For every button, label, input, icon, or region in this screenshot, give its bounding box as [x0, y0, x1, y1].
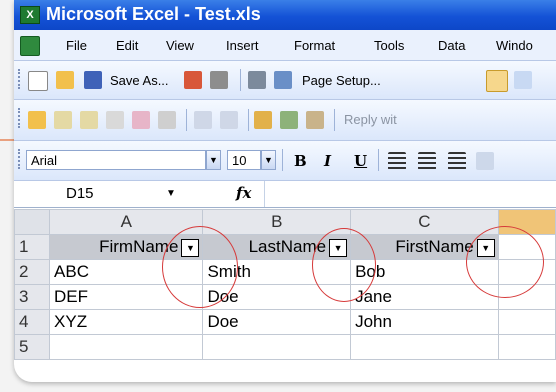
font-size-input[interactable]: 10: [227, 150, 261, 170]
new-icon[interactable]: [28, 71, 48, 91]
open-folder-icon[interactable]: [56, 71, 74, 89]
undo-ink-icon[interactable]: [220, 111, 238, 129]
print-icon[interactable]: [210, 71, 228, 89]
cell-a5[interactable]: [49, 334, 204, 360]
row-header[interactable]: 4: [14, 309, 51, 335]
next-comment-icon[interactable]: [80, 111, 98, 129]
menu-bar: File Edit View Insert Format Tools Data …: [14, 30, 556, 61]
column-header-c[interactable]: C: [350, 209, 499, 235]
row-header[interactable]: 5: [14, 334, 51, 360]
name-box-dropdown-icon[interactable]: ▼: [166, 181, 176, 207]
row-header[interactable]: 1: [14, 234, 51, 260]
bold-button[interactable]: B: [294, 152, 307, 170]
permission-icon[interactable]: [184, 71, 202, 89]
toolbar-separator: [240, 69, 241, 91]
grid-view-icon[interactable]: [486, 70, 508, 92]
name-box[interactable]: D15 ▼: [14, 181, 214, 207]
reply-with-changes-button[interactable]: Reply wit: [344, 112, 397, 127]
merge-center-icon[interactable]: [476, 152, 494, 170]
save-icon[interactable]: [84, 71, 102, 89]
toolbar-grip[interactable]: [18, 149, 23, 169]
underline-button[interactable]: U: [354, 152, 367, 170]
menu-file[interactable]: File: [66, 38, 87, 53]
reviewing-toolbar: Reply wit: [14, 100, 556, 141]
toolbar-separator: [282, 149, 283, 171]
excel-window: X Microsoft Excel - Test.xls File Edit V…: [14, 0, 556, 382]
formula-bar: D15 ▼ fx: [14, 181, 556, 208]
column-icon[interactable]: [514, 71, 532, 89]
menu-data[interactable]: Data: [438, 38, 465, 53]
save-as-button[interactable]: Save As...: [110, 73, 169, 88]
column-header-b[interactable]: B: [202, 209, 352, 235]
cell-b5[interactable]: [202, 334, 352, 360]
menu-edit[interactable]: Edit: [116, 38, 138, 53]
workbook-share-icon[interactable]: [280, 111, 298, 129]
cell-c5[interactable]: [350, 334, 499, 360]
formula-input[interactable]: [264, 181, 556, 207]
toolbar-separator: [248, 109, 249, 131]
menu-window[interactable]: Windo: [496, 38, 533, 53]
cell-b4[interactable]: Doe: [202, 309, 352, 335]
table-row: 5: [14, 334, 556, 360]
font-name-input[interactable]: Arial: [26, 150, 206, 170]
backdrop-line: [0, 139, 14, 141]
page-setup-button[interactable]: Page Setup...: [302, 73, 381, 88]
table-row: 3 DEF Doe Jane: [14, 284, 556, 310]
font-size-dropdown[interactable]: ▼: [261, 150, 276, 170]
menu-insert[interactable]: Insert: [226, 38, 259, 53]
annotation-circle: [312, 228, 376, 302]
ink-icon[interactable]: [194, 111, 212, 129]
italic-button[interactable]: I: [324, 152, 331, 170]
delete-comment-icon[interactable]: [158, 111, 176, 129]
show-comment-icon[interactable]: [106, 111, 124, 129]
annotation-circle: [466, 226, 544, 298]
toolbar-grip[interactable]: [18, 108, 23, 128]
track-changes-icon[interactable]: [254, 111, 272, 129]
select-all-corner[interactable]: [14, 209, 51, 235]
previous-comment-icon[interactable]: [54, 111, 72, 129]
align-right-icon[interactable]: [448, 152, 466, 170]
cell-a4[interactable]: XYZ: [49, 309, 204, 335]
window-title: Microsoft Excel - Test.xls: [46, 4, 261, 24]
folder-icon[interactable]: [28, 111, 46, 129]
title-bar: X Microsoft Excel - Test.xls: [14, 0, 556, 30]
annotation-circle: [162, 226, 238, 308]
row-header[interactable]: 3: [14, 284, 51, 310]
workbook-icon[interactable]: [20, 36, 40, 56]
align-center-icon[interactable]: [418, 152, 436, 170]
show-all-comments-icon[interactable]: [132, 111, 150, 129]
toolbar-separator: [334, 109, 335, 131]
table-row: 4 XYZ Doe John: [14, 309, 556, 335]
toolbar-separator: [186, 109, 187, 131]
toolbar-separator: [378, 149, 379, 171]
cell-c3[interactable]: Jane: [350, 284, 499, 310]
menu-format[interactable]: Format: [294, 38, 335, 53]
printer-icon[interactable]: [248, 71, 266, 89]
excel-icon: X: [20, 6, 40, 24]
attachment-icon[interactable]: [306, 111, 324, 129]
cell-text: FirstName: [395, 237, 474, 256]
cell-d4[interactable]: [497, 309, 556, 335]
cell-d5[interactable]: [497, 334, 556, 360]
row-header[interactable]: 2: [14, 259, 51, 285]
insert-function-icon[interactable]: fx: [236, 184, 251, 202]
align-left-icon[interactable]: [388, 152, 406, 170]
column-header-row: A B C: [14, 209, 556, 235]
formatting-toolbar: Arial ▼ 10 ▼ B I U: [14, 141, 556, 181]
standard-toolbar: Save As... Page Setup...: [14, 61, 556, 100]
menu-tools[interactable]: Tools: [374, 38, 404, 53]
cell-c4[interactable]: John: [350, 309, 499, 335]
toolbar-grip[interactable]: [18, 69, 23, 89]
font-name-dropdown[interactable]: ▼: [206, 150, 221, 170]
menu-view[interactable]: View: [166, 38, 194, 53]
cell-reference: D15: [66, 185, 94, 202]
print-preview-icon[interactable]: [274, 71, 292, 89]
